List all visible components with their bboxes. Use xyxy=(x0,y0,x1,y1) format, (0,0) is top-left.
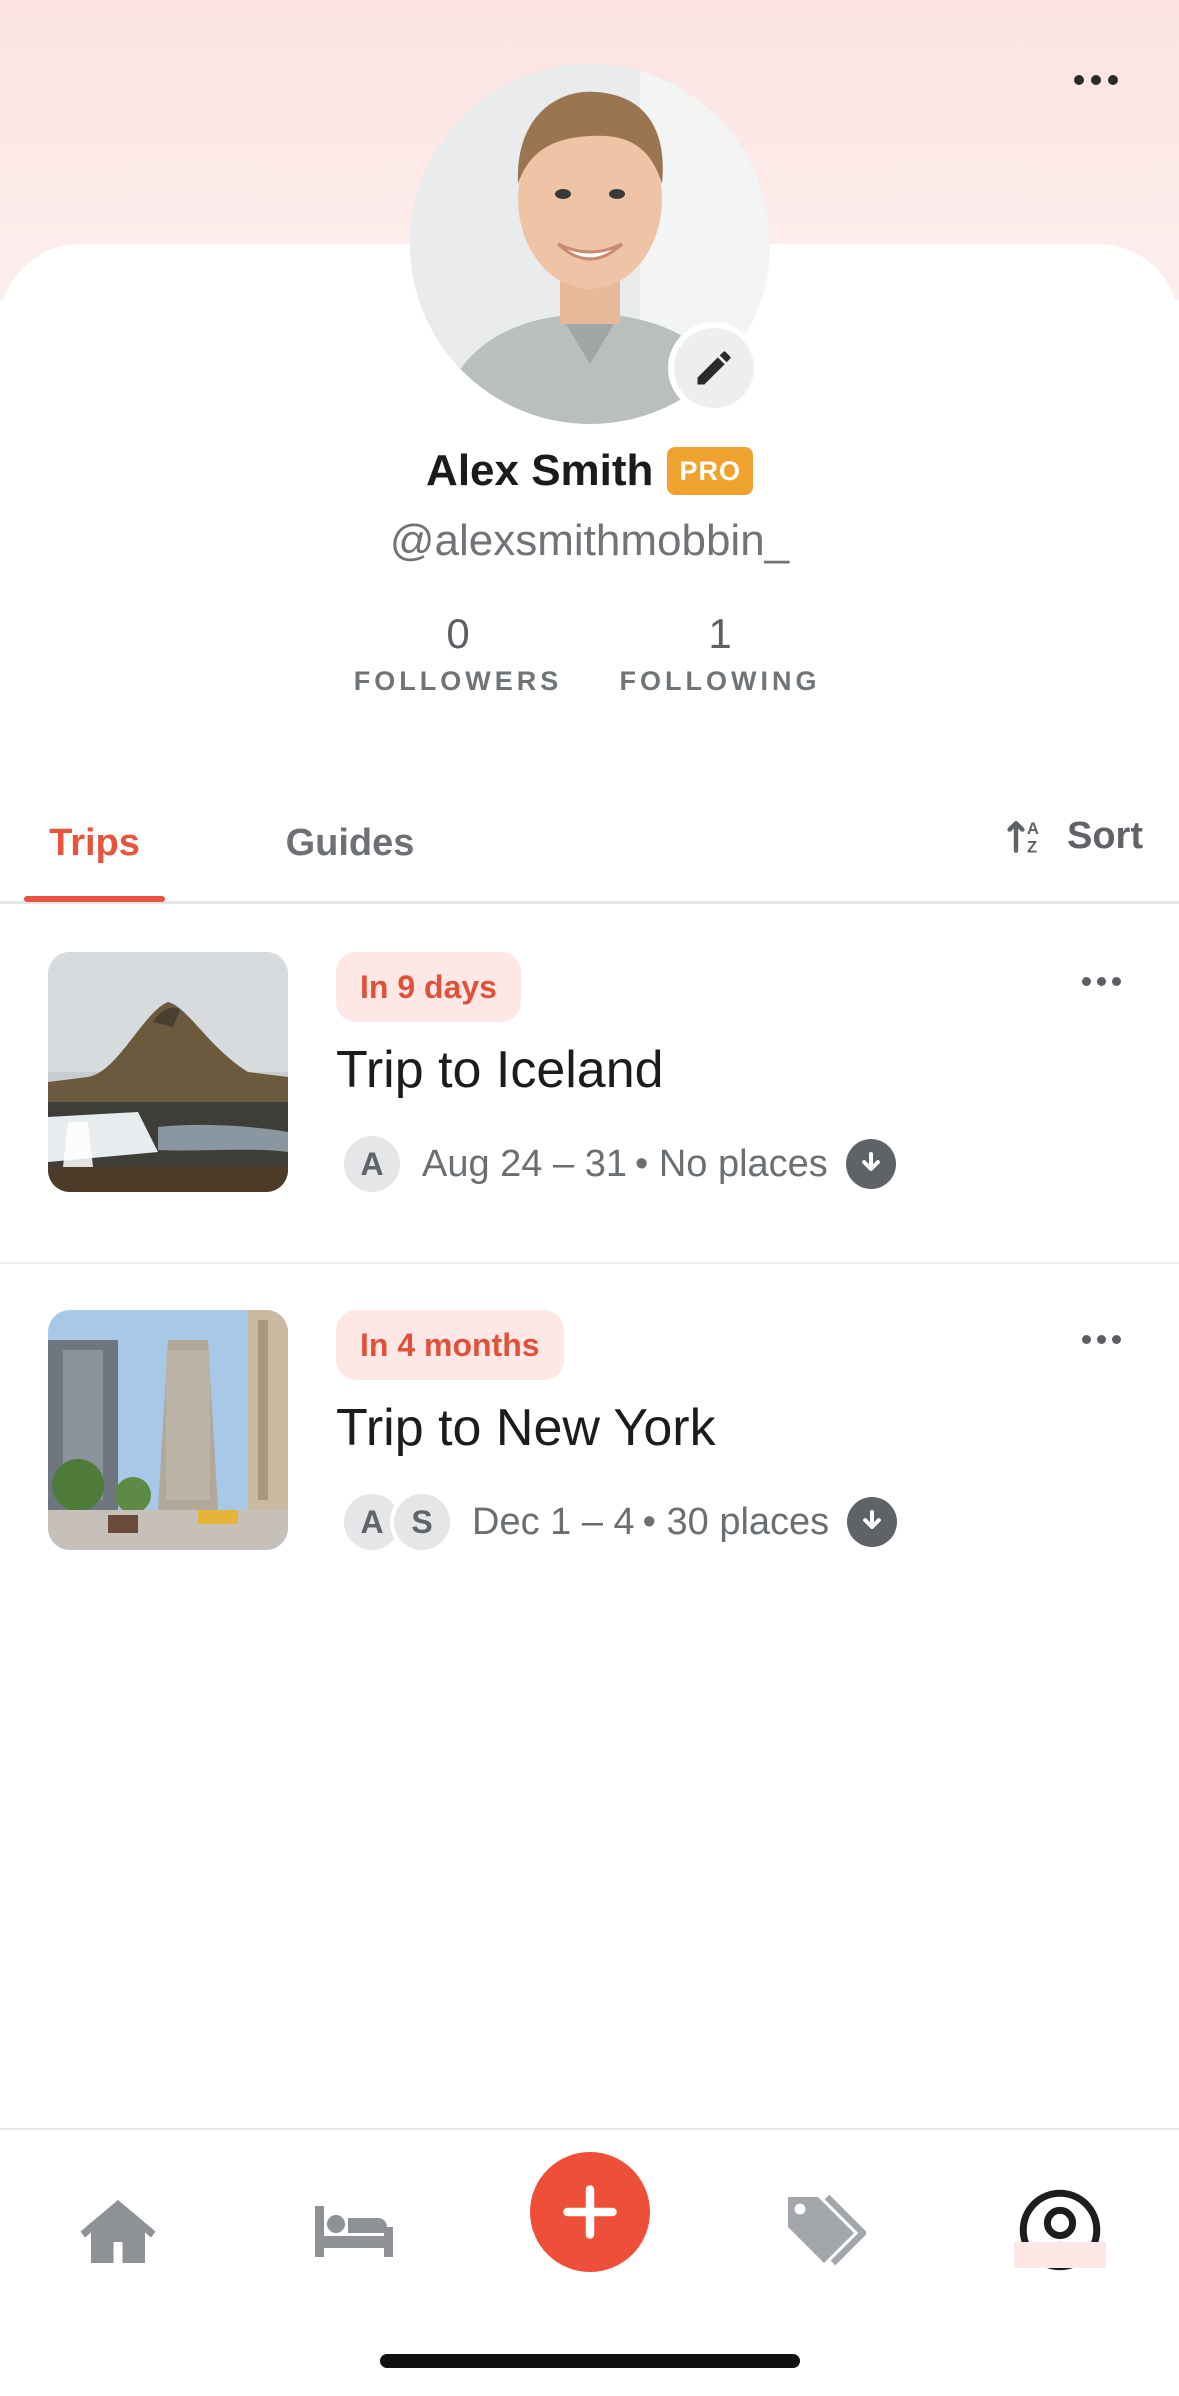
trip-dates: Aug 24 – 31 xyxy=(422,1142,627,1185)
tab-guides[interactable]: Guides xyxy=(270,822,430,865)
profile-name: Alex Smith xyxy=(426,446,654,495)
followers-label: FOLLOWERS xyxy=(353,666,563,696)
download-icon[interactable] xyxy=(845,1139,896,1189)
collaborator-avatar: A xyxy=(340,1132,404,1196)
trip-title: Trip to Iceland xyxy=(336,1041,664,1099)
more-dot xyxy=(1096,1334,1106,1344)
more-dot xyxy=(1111,1334,1121,1344)
following-stat[interactable]: 1 FOLLOWING xyxy=(610,610,830,697)
trip-more-button[interactable] xyxy=(1071,966,1131,996)
more-dot xyxy=(1111,976,1121,986)
sort-label: Sort xyxy=(1067,814,1143,857)
iceland-photo xyxy=(48,952,288,1192)
nav-home[interactable] xyxy=(58,2170,178,2290)
trip-title: Trip to New York xyxy=(336,1399,716,1457)
profile-name-row: Alex Smith PRO xyxy=(0,446,1179,496)
following-label: FOLLOWING xyxy=(619,666,821,696)
nav-profile[interactable] xyxy=(1000,2170,1120,2290)
tab-trips[interactable]: Trips xyxy=(24,822,165,865)
trip-countdown-badge: In 9 days xyxy=(336,952,521,1022)
svg-text:A: A xyxy=(1027,820,1039,838)
followers-count: 0 xyxy=(446,610,470,657)
download-arrow-icon xyxy=(863,1510,882,1529)
profile-more-button[interactable] xyxy=(1061,60,1131,100)
home-indicator xyxy=(380,2354,800,2368)
home-icon xyxy=(80,2200,156,2263)
profile-tabs: Trips Guides A Z Sort xyxy=(0,800,1179,904)
trip-collaborators: A S xyxy=(340,1490,454,1554)
trip-thumbnail xyxy=(48,952,288,1192)
pro-badge: PRO xyxy=(667,447,753,495)
collaborator-avatar: S xyxy=(390,1490,454,1554)
followers-stat[interactable]: 0 FOLLOWERS xyxy=(348,610,568,697)
download-arrow-icon xyxy=(861,1152,880,1171)
nav-stays[interactable] xyxy=(294,2170,414,2290)
more-dot xyxy=(1091,75,1101,85)
more-dot xyxy=(1108,75,1118,85)
new-york-photo xyxy=(48,1310,288,1550)
active-tab-indicator xyxy=(24,896,165,902)
nav-deals[interactable] xyxy=(764,2170,884,2290)
trip-meta: A S Dec 1 – 4 • 30 places xyxy=(340,1488,898,1556)
trip-dates: Dec 1 – 4 xyxy=(472,1500,635,1543)
following-count: 1 xyxy=(708,610,732,657)
trip-thumbnail xyxy=(48,1310,288,1550)
trip-card-iceland[interactable]: In 9 days Trip to Iceland A Aug 24 – 31 … xyxy=(0,906,1179,1264)
trip-more-button[interactable] xyxy=(1071,1324,1131,1354)
sort-icon: A Z xyxy=(1007,820,1039,857)
more-dot xyxy=(1081,976,1091,986)
add-trip-button[interactable] xyxy=(530,2152,650,2272)
svg-text:Z: Z xyxy=(1027,839,1037,857)
active-nav-indicator xyxy=(1014,2242,1106,2268)
plus-icon xyxy=(563,2185,617,2239)
trip-places: • No places xyxy=(634,1142,828,1185)
trip-countdown-badge: In 4 months xyxy=(336,1310,564,1380)
more-dot xyxy=(1096,976,1106,986)
edit-avatar-button[interactable] xyxy=(668,322,760,414)
download-icon[interactable] xyxy=(847,1497,898,1547)
sort-button[interactable]: A Z Sort xyxy=(1005,814,1143,858)
bed-icon xyxy=(315,2206,393,2257)
trip-meta: A Aug 24 – 31 • No places xyxy=(340,1130,896,1198)
trip-places: • 30 places xyxy=(642,1500,830,1543)
profile-handle: @alexsmithmobbin_ xyxy=(389,516,790,565)
more-dot xyxy=(1074,75,1084,85)
tags-icon xyxy=(788,2194,866,2266)
trip-collaborators: A xyxy=(340,1132,404,1196)
pencil-icon xyxy=(697,351,731,385)
trip-card-new-york[interactable]: In 4 months Trip to New York A S Dec 1 –… xyxy=(0,1264,1179,1622)
more-dot xyxy=(1081,1334,1091,1344)
